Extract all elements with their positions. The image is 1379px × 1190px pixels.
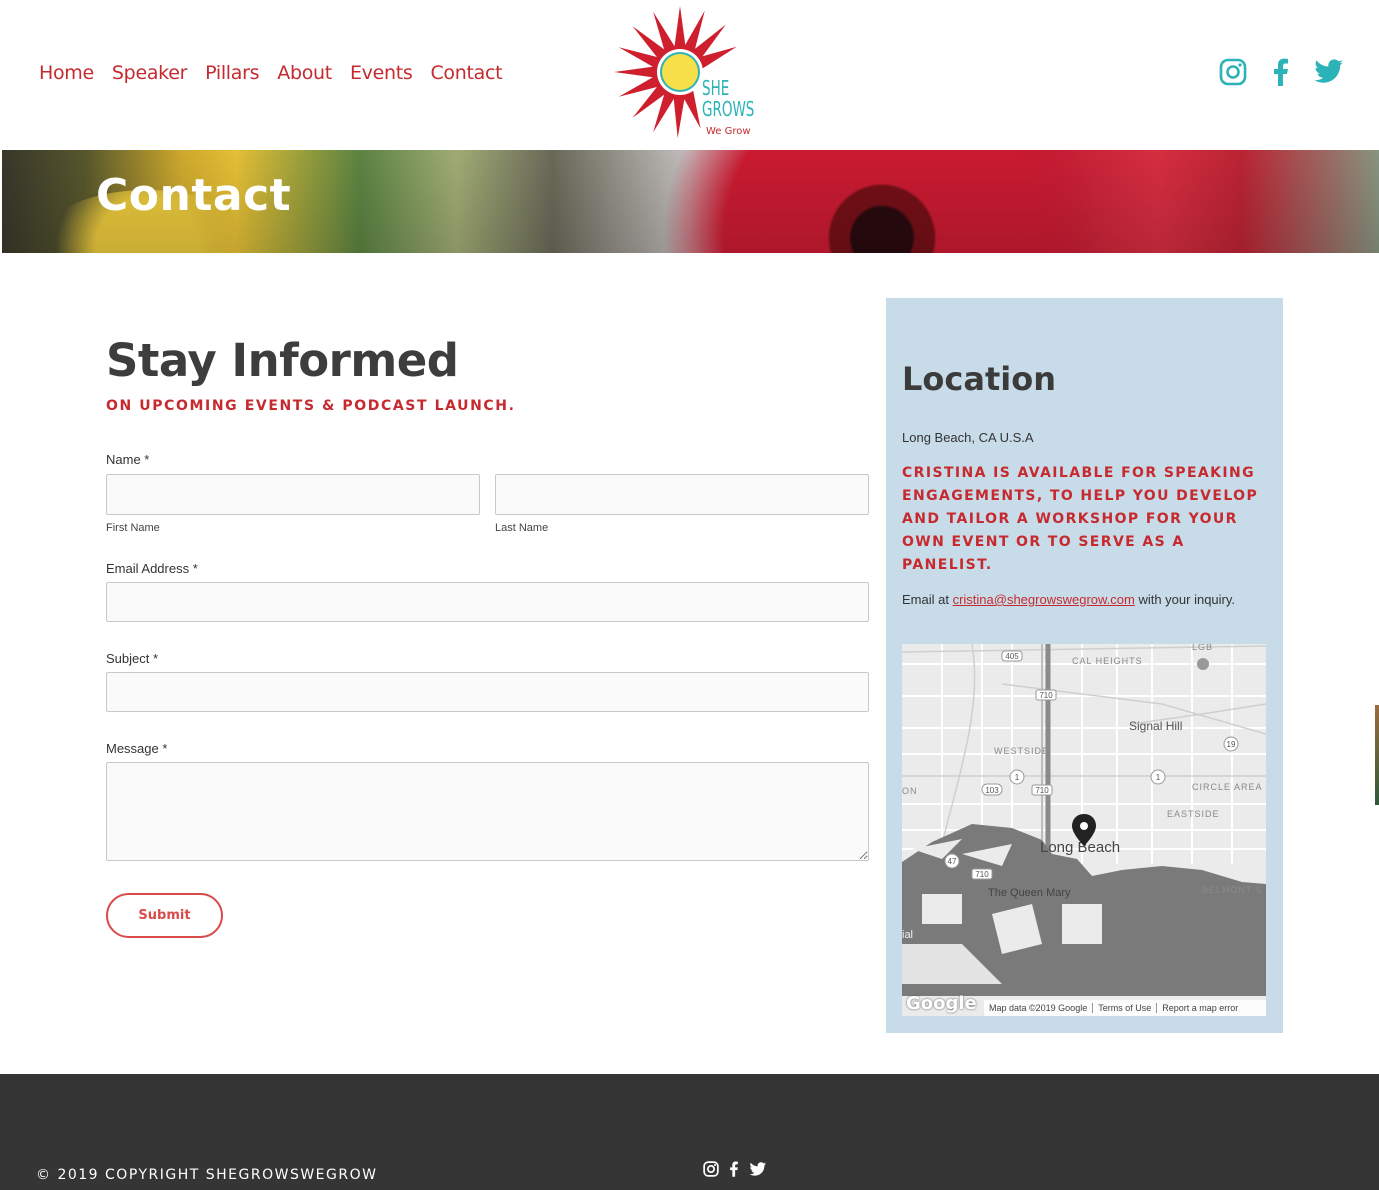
nav-speaker[interactable]: Speaker — [112, 62, 187, 84]
map-report-link[interactable]: Report a map error — [1157, 1003, 1243, 1013]
message-label: Message * — [106, 741, 168, 756]
map-canvas: 405 710 19 1 103 710 1 47 710 LGB CAL HE… — [902, 644, 1266, 1016]
map-label: CAL HEIGHTS — [1072, 656, 1143, 666]
nav-contact[interactable]: Contact — [430, 62, 502, 84]
map-label: CIRCLE AREA — [1192, 782, 1263, 792]
logo-tagline: We Grow — [706, 126, 751, 137]
site-header: Home Speaker Pillars About Events Contac… — [0, 0, 1379, 150]
map-shield: 19 — [1227, 740, 1236, 749]
instagram-icon[interactable] — [703, 1161, 719, 1182]
twitter-icon[interactable] — [1314, 57, 1344, 87]
subject-field[interactable] — [106, 672, 869, 712]
map-label: ON — [902, 786, 918, 796]
email-field[interactable] — [106, 582, 869, 622]
map-label: ial — [902, 929, 913, 941]
map-label: BELMONT S — [1202, 885, 1263, 895]
nav-pillars[interactable]: Pillars — [205, 62, 259, 84]
map-attribution: Map data ©2019 Google Terms of Use Repor… — [984, 1000, 1266, 1016]
site-footer: © 2019 COPYRIGHT SHEGROWSWEGROW — [0, 1074, 1379, 1190]
first-name-label: First Name — [106, 522, 160, 534]
subject-label: Subject * — [106, 651, 159, 666]
map-shield: 47 — [948, 857, 957, 866]
email-line: Email at cristina@shegrowswegrow.com wit… — [902, 592, 1236, 607]
submit-button[interactable]: Submit — [106, 893, 223, 938]
page-banner: Contact — [2, 150, 1379, 253]
map-shield: 405 — [1005, 652, 1019, 661]
map-shield: 710 — [1039, 691, 1053, 700]
map-label: Signal Hill — [1129, 719, 1182, 733]
nav-home[interactable]: Home — [39, 62, 94, 84]
map-shield: 1 — [1015, 773, 1020, 782]
email-link[interactable]: cristina@shegrowswegrow.com — [953, 592, 1135, 607]
instagram-icon[interactable] — [1218, 57, 1248, 87]
social-links-header — [1218, 57, 1344, 87]
map-data-text: Map data ©2019 Google — [984, 1003, 1094, 1013]
facebook-icon[interactable] — [1266, 57, 1296, 87]
last-name-field[interactable] — [495, 474, 869, 515]
logo-wordmark: SHE GROWS — [702, 76, 755, 121]
location-card: Location Long Beach, CA U.S.A Cristina i… — [886, 298, 1283, 1033]
first-name-field[interactable] — [106, 474, 480, 515]
page-title: Contact — [96, 170, 292, 221]
nav-about[interactable]: About — [277, 62, 332, 84]
map-label: LGB — [1192, 644, 1213, 652]
map-shield: 710 — [975, 870, 989, 879]
social-links-footer — [703, 1161, 767, 1182]
map-terms-link[interactable]: Terms of Use — [1093, 1003, 1158, 1013]
availability-text: Cristina is available for speaking engag… — [902, 465, 1259, 573]
email-label: Email Address * — [106, 561, 198, 576]
main-nav: Home Speaker Pillars About Events Contac… — [39, 62, 503, 84]
map-label: WESTSIDE — [994, 746, 1049, 756]
map-label: EASTSIDE — [1167, 809, 1220, 819]
location-address: Long Beach, CA U.S.A — [902, 430, 1034, 445]
message-field[interactable] — [106, 762, 869, 861]
map-shield: 1 — [1156, 773, 1161, 782]
form-subtitle: ON UPCOMING EVENTS & PODCAST LAUNCH. — [106, 398, 516, 414]
site-logo[interactable]: SHE GROWS We Grow — [610, 4, 760, 144]
name-label: Name * — [106, 452, 150, 467]
map-shield: 103 — [985, 786, 999, 795]
form-title: Stay Informed — [106, 334, 459, 387]
location-title: Location — [902, 360, 1056, 398]
map-shield: 710 — [1035, 786, 1049, 795]
location-map[interactable]: 405 710 19 1 103 710 1 47 710 LGB CAL HE… — [902, 644, 1266, 1016]
sun-flower-icon — [614, 6, 737, 138]
last-name-label: Last Name — [495, 522, 549, 534]
nav-events[interactable]: Events — [350, 62, 413, 84]
twitter-icon[interactable] — [749, 1161, 767, 1182]
map-label: The Queen Mary — [988, 887, 1071, 899]
edge-image-sliver — [1375, 705, 1379, 805]
copyright-text: © 2019 COPYRIGHT SHEGROWSWEGROW — [36, 1167, 378, 1183]
facebook-icon[interactable] — [729, 1161, 739, 1182]
google-logo: Google — [906, 993, 977, 1014]
